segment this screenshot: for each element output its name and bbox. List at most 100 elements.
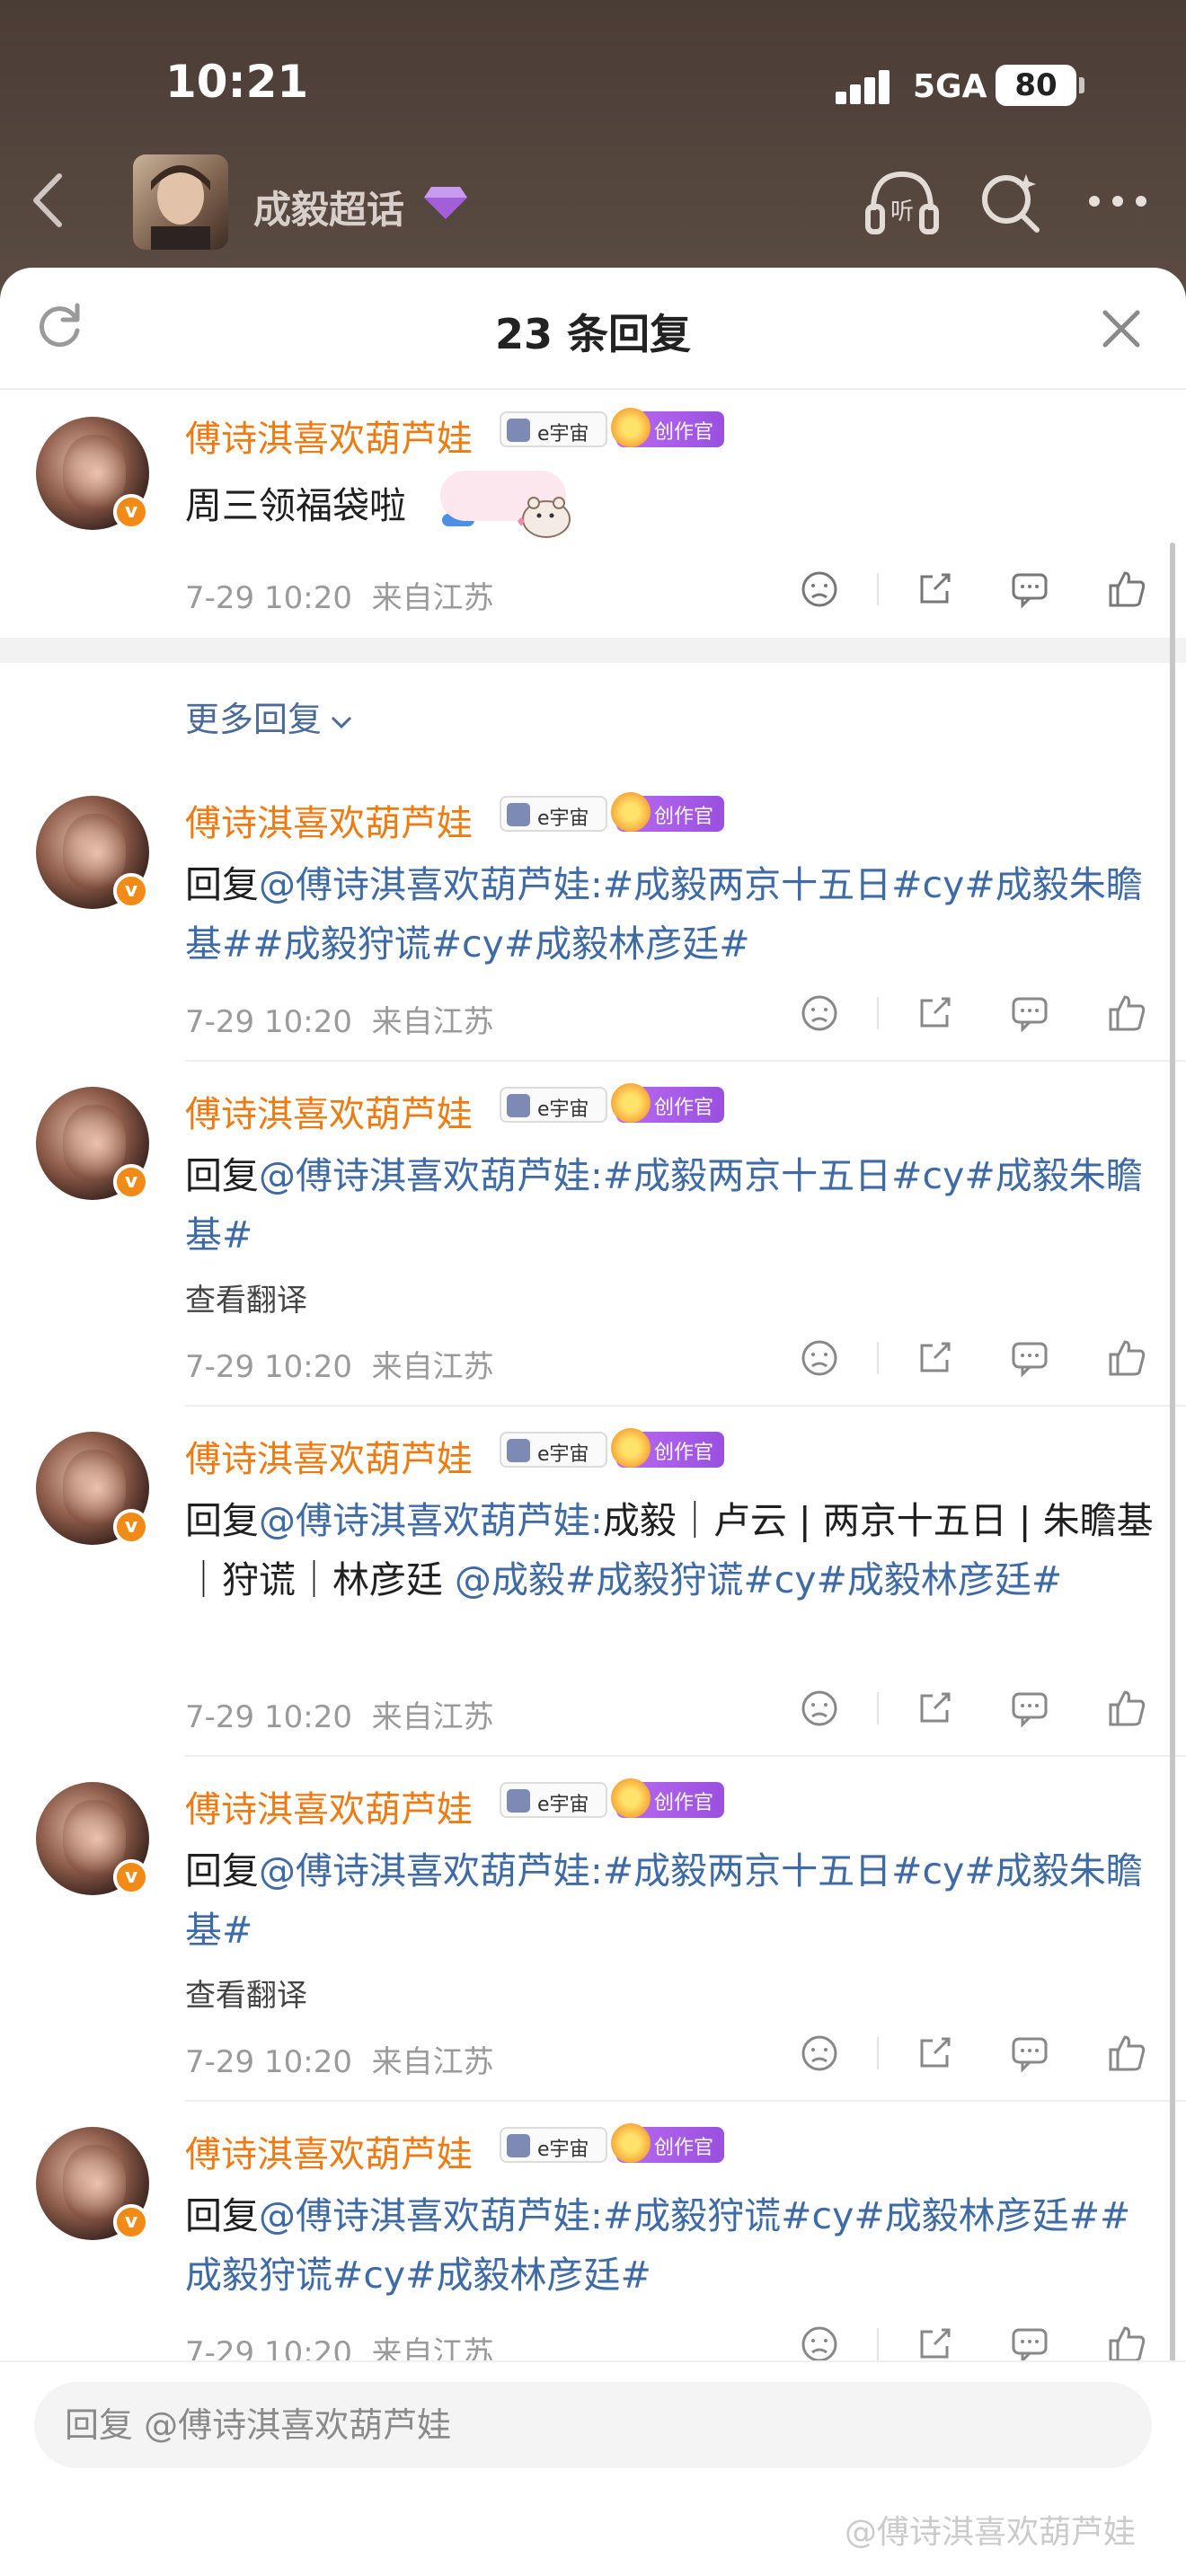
- listen-icon[interactable]: 听: [864, 165, 940, 237]
- username[interactable]: 傅诗淇喜欢葫芦娃: [185, 1085, 473, 1137]
- dislike-icon[interactable]: [800, 569, 839, 609]
- badge-e-universe[interactable]: e宇宙: [500, 796, 607, 832]
- username[interactable]: 傅诗淇喜欢葫芦娃: [185, 410, 473, 462]
- username[interactable]: 傅诗淇喜欢葫芦娃: [185, 1430, 473, 1482]
- share-icon[interactable]: [915, 993, 954, 1033]
- reply-text: 回复@傅诗淇喜欢葫芦娃:#成毅两京十五日#cy#成毅朱瞻基##成毅狩谎#cy#成…: [185, 863, 1143, 966]
- comment-icon[interactable]: [1010, 1689, 1049, 1728]
- svg-text:听: 听: [890, 198, 914, 225]
- topic-title[interactable]: 成毅超话: [253, 180, 404, 234]
- badge-creator[interactable]: 创作官: [611, 792, 724, 832]
- reply-divider: [185, 2100, 1186, 2102]
- badge-creator[interactable]: 创作官: [611, 1778, 724, 1818]
- verified-badge-icon: v: [113, 1509, 149, 1545]
- mention-link[interactable]: @傅诗淇喜欢葫芦娃: [259, 1499, 590, 1542]
- network-label: 5GA: [913, 68, 987, 105]
- badge-e-universe[interactable]: e宇宙: [500, 1087, 607, 1123]
- comment-icon[interactable]: [1010, 569, 1049, 609]
- dislike-icon[interactable]: [800, 1338, 839, 1378]
- creator-emoji-icon: [611, 792, 651, 832]
- reply-divider: [185, 1405, 1186, 1407]
- badge-creator[interactable]: 创作官: [611, 1428, 724, 1468]
- username[interactable]: 傅诗淇喜欢葫芦娃: [185, 1780, 473, 1832]
- mention-link[interactable]: @傅诗淇喜欢葫芦娃: [259, 863, 590, 906]
- share-icon[interactable]: [915, 569, 954, 609]
- mention-link[interactable]: @傅诗淇喜欢葫芦娃: [259, 2194, 590, 2237]
- close-icon[interactable]: [1100, 307, 1143, 350]
- action-separator: [877, 2037, 879, 2069]
- badge-e-universe[interactable]: e宇宙: [500, 2127, 607, 2163]
- comment-icon[interactable]: [1010, 1338, 1049, 1378]
- share-icon[interactable]: [915, 2325, 954, 2364]
- comment-actions: [791, 1689, 1150, 1734]
- topic-avatar[interactable]: [133, 154, 228, 250]
- sparkle-search-icon[interactable]: [979, 171, 1042, 234]
- like-icon[interactable]: [1107, 1338, 1146, 1378]
- more-icon[interactable]: [1089, 196, 1146, 210]
- comment-meta: 7-29 10:20 来自江苏: [185, 2044, 494, 2080]
- comment-icon[interactable]: [1010, 2033, 1049, 2073]
- status-time: 10:21: [165, 56, 309, 108]
- badge-creator[interactable]: 创作官: [611, 1083, 724, 1123]
- creator-emoji-icon: [611, 1083, 651, 1123]
- badge-creator[interactable]: 创作官: [611, 408, 724, 447]
- translate-link[interactable]: 查看翻译: [185, 1971, 307, 2015]
- comment-icon[interactable]: [1010, 2325, 1049, 2364]
- share-icon[interactable]: [915, 1338, 954, 1378]
- reply-input[interactable]: [34, 2382, 1152, 2468]
- like-icon[interactable]: [1107, 993, 1146, 1033]
- calendar-check-icon: [507, 1094, 530, 1117]
- dislike-icon[interactable]: [800, 2325, 839, 2364]
- verified-badge-icon: v: [113, 1164, 149, 1200]
- verified-badge-icon: v: [113, 2204, 149, 2240]
- translate-link[interactable]: 查看翻译: [185, 1275, 307, 1319]
- chevron-down-icon: [331, 716, 352, 728]
- reply-text: 回复@傅诗淇喜欢葫芦娃:#成毅两京十五日#cy#成毅朱瞻基#: [185, 1154, 1143, 1257]
- dislike-icon[interactable]: [800, 2033, 839, 2073]
- like-icon[interactable]: [1107, 2033, 1146, 2073]
- reply-text: 回复@傅诗淇喜欢葫芦娃:#成毅两京十五日#cy#成毅朱瞻基#: [185, 1849, 1143, 1952]
- comment-meta: 7-29 10:20 来自江苏: [185, 1349, 494, 1385]
- badge-e-universe[interactable]: e宇宙: [500, 411, 607, 447]
- hashtag-link[interactable]: @成毅#成毅狩谎#cy#成毅林彦廷#: [455, 1558, 1062, 1601]
- badge-e-universe[interactable]: e宇宙: [500, 1782, 607, 1818]
- username[interactable]: 傅诗淇喜欢葫芦娃: [185, 2125, 473, 2177]
- super-topic-gem-icon: [424, 187, 467, 219]
- more-replies-button[interactable]: 更多回复: [185, 692, 354, 741]
- like-icon[interactable]: [1107, 1689, 1146, 1728]
- badge-creator[interactable]: 创作官: [611, 2123, 724, 2163]
- signal-icon: [836, 66, 898, 104]
- badge-e-universe[interactable]: e宇宙: [500, 1432, 607, 1468]
- like-icon[interactable]: [1107, 569, 1146, 609]
- replies-sheet: 23 条回复 v 傅诗淇喜欢葫芦娃 e宇宙 创作官 周三领福袋啦 7-29 10…: [0, 268, 1186, 2576]
- like-icon[interactable]: [1107, 2325, 1146, 2364]
- scrollbar[interactable]: [1170, 543, 1175, 2375]
- verified-badge-icon: v: [113, 494, 149, 530]
- action-separator: [877, 1342, 879, 1374]
- share-icon[interactable]: [915, 2033, 954, 2073]
- chevron-left-icon[interactable]: [27, 169, 72, 232]
- action-separator: [877, 997, 879, 1029]
- comment-actions: [791, 993, 1150, 1038]
- comment-actions: [791, 1338, 1150, 1383]
- dislike-icon[interactable]: [800, 1689, 839, 1728]
- comment-meta: 7-29 10:20 来自江苏: [185, 1699, 494, 1735]
- creator-emoji-icon: [611, 408, 651, 447]
- comment-icon[interactable]: [1010, 993, 1049, 1033]
- dislike-icon[interactable]: [800, 993, 839, 1033]
- battery-tip: [1079, 77, 1084, 93]
- calendar-check-icon: [507, 803, 530, 826]
- action-separator: [877, 1692, 879, 1725]
- sheet-title: 23 条回复: [494, 310, 692, 358]
- action-separator: [877, 573, 879, 605]
- username[interactable]: 傅诗淇喜欢葫芦娃: [185, 794, 473, 846]
- creator-emoji-icon: [611, 1428, 651, 1468]
- share-icon[interactable]: [915, 1689, 954, 1728]
- sheet-header: 23 条回复: [0, 268, 1186, 390]
- creator-emoji-icon: [611, 2123, 651, 2163]
- mention-link[interactable]: @傅诗淇喜欢葫芦娃: [259, 1154, 590, 1197]
- comment-text: 周三领福袋啦: [185, 484, 406, 527]
- creator-emoji-icon: [611, 1778, 651, 1818]
- calendar-check-icon: [507, 2134, 530, 2157]
- mention-link[interactable]: @傅诗淇喜欢葫芦娃: [259, 1849, 590, 1892]
